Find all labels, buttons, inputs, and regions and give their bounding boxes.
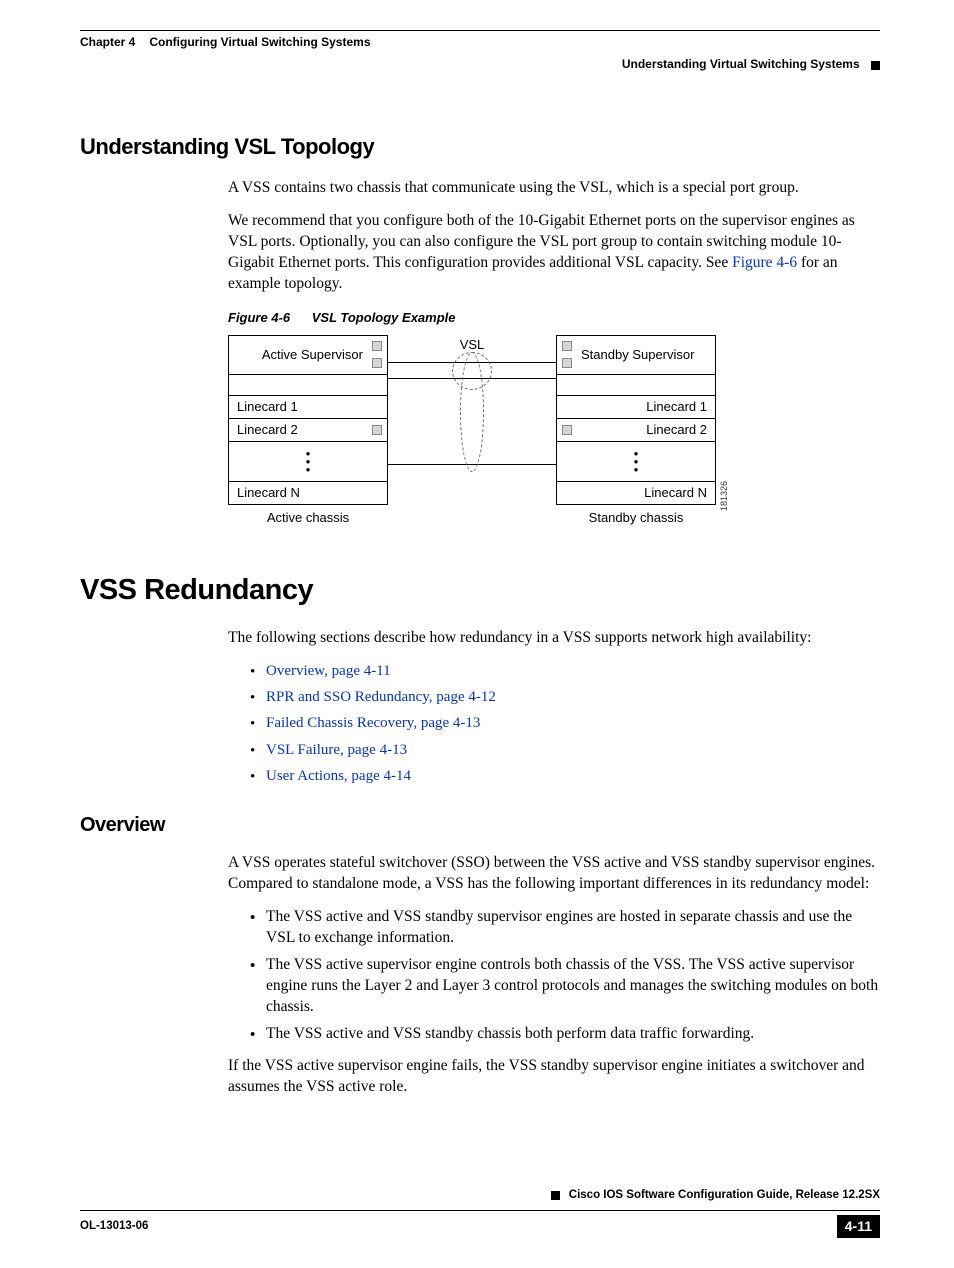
active-chassis: Active Supervisor Linecard 1 Linecard 2 …	[228, 336, 388, 527]
footer-square-icon	[551, 1191, 560, 1200]
link-figure-4-6[interactable]: Figure 4-6	[732, 254, 797, 271]
figure-diagram: Active Supervisor Linecard 1 Linecard 2 …	[228, 336, 880, 527]
slot-dots: •••	[228, 442, 388, 482]
figure-caption: Figure 4-6 VSL Topology Example	[228, 309, 880, 327]
bullet-2: The VSS active supervisor engine control…	[250, 955, 880, 1018]
header-square-icon	[871, 61, 880, 70]
heading-vss-redundancy: VSS Redundancy	[80, 571, 880, 610]
slot-linecard-2: Linecard 2	[556, 418, 716, 442]
footer-guide-title: Cisco IOS Software Configuration Guide, …	[569, 1189, 880, 1201]
para-vsl-2: We recommend that you configure both of …	[228, 211, 880, 295]
slot-linecard-n: Linecard N	[228, 481, 388, 505]
slot-linecard-1: Linecard 1	[556, 395, 716, 419]
linecard-label: Linecard 2	[237, 421, 298, 439]
linecard-label: Linecard N	[237, 484, 300, 502]
standby-chassis-label: Standby chassis	[556, 505, 716, 527]
heading-vsl-topology: Understanding VSL Topology	[80, 132, 880, 162]
bullet-3: The VSS active and VSS standby chassis b…	[250, 1024, 880, 1045]
port-icon	[372, 358, 382, 368]
slot-empty	[556, 374, 716, 396]
port-icon	[562, 425, 572, 435]
footer-doc-id: OL-13013-06	[80, 1219, 148, 1235]
vsl-column: VSL	[422, 336, 522, 496]
link-user-actions[interactable]: User Actions, page 4-14	[266, 768, 411, 784]
bullet-1: The VSS active and VSS standby superviso…	[250, 907, 880, 949]
slot-linecard-2: Linecard 2	[228, 418, 388, 442]
para-overview-2: If the VSS active supervisor engine fail…	[228, 1056, 880, 1098]
linecard-label: Linecard N	[644, 484, 707, 502]
link-failed-chassis[interactable]: Failed Chassis Recovery, page 4-13	[266, 715, 480, 731]
overview-bullets: The VSS active and VSS standby superviso…	[250, 907, 880, 1045]
link-overview[interactable]: Overview, page 4-11	[266, 663, 391, 679]
figure-title: VSL Topology Example	[312, 310, 456, 325]
page-footer: Cisco IOS Software Configuration Guide, …	[80, 1188, 880, 1237]
linecard-label: Linecard 2	[646, 421, 707, 439]
port-icon	[372, 341, 382, 351]
active-supervisor-label: Active Supervisor	[237, 347, 363, 363]
slot-empty	[228, 374, 388, 396]
slot-dots: •••	[556, 442, 716, 482]
slot-linecard-1: Linecard 1	[228, 395, 388, 419]
para-vsl-1: A VSS contains two chassis that communic…	[228, 178, 880, 199]
links-list: Overview, page 4-11 RPR and SSO Redundan…	[250, 661, 880, 786]
para-redundancy-intro: The following sections describe how redu…	[228, 628, 880, 649]
port-icon	[562, 341, 572, 351]
active-chassis-label: Active chassis	[228, 505, 388, 527]
standby-supervisor-label: Standby Supervisor	[581, 347, 707, 363]
link-rpr-sso[interactable]: RPR and SSO Redundancy, page 4-12	[266, 689, 496, 705]
slot-linecard-n: Linecard N	[556, 481, 716, 505]
section-name: Understanding Virtual Switching Systems	[622, 57, 860, 71]
port-icon	[562, 358, 572, 368]
para-overview-1: A VSS operates stateful switchover (SSO)…	[228, 853, 880, 895]
standby-chassis: Standby Supervisor Linecard 1 Linecard 2…	[556, 336, 716, 527]
linecard-label: Linecard 1	[237, 398, 298, 416]
slot-standby-supervisor: Standby Supervisor	[556, 335, 716, 375]
port-icon	[372, 425, 382, 435]
chapter-number: Chapter 4	[80, 34, 135, 50]
page-number: 4-11	[837, 1215, 880, 1238]
image-id-label: 181326	[718, 481, 730, 511]
link-vsl-failure[interactable]: VSL Failure, page 4-13	[266, 742, 407, 758]
slot-active-supervisor: Active Supervisor	[228, 335, 388, 375]
heading-overview: Overview	[80, 812, 880, 839]
figure-number: Figure 4-6	[228, 310, 290, 325]
linecard-label: Linecard 1	[646, 398, 707, 416]
chapter-title: Configuring Virtual Switching Systems	[149, 34, 370, 50]
page-header: Chapter 4 Configuring Virtual Switching …	[80, 30, 880, 72]
